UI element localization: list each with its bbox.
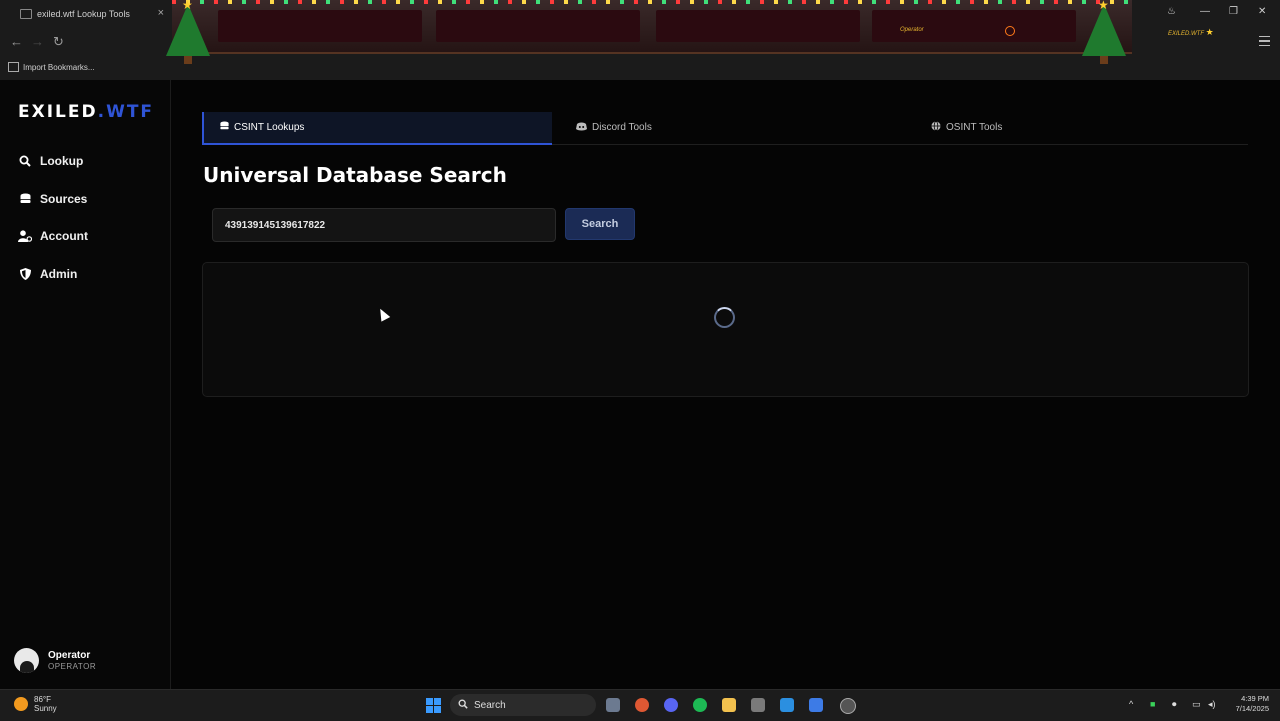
weather-widget[interactable]: 86°F Sunny — [14, 695, 57, 713]
festive-banner: Operator — [172, 0, 1132, 54]
fire-icon[interactable]: ♨ — [1167, 6, 1176, 17]
search-icon — [18, 154, 32, 168]
banner-panel — [218, 10, 422, 42]
system-clock[interactable]: 4:39 PM 7/14/2025 — [1225, 694, 1269, 714]
user-profile[interactable]: Operator OPERATOR — [14, 648, 96, 673]
security-icon[interactable]: ■ — [1150, 699, 1155, 709]
sidebar-item-admin[interactable]: Admin — [18, 267, 77, 281]
browser-tab[interactable]: exiled.wtf Lookup Tools × — [8, 4, 170, 24]
taskbar: 86°F Sunny Search ^ ■ ⏺ ▭ ◂) 4:39 PM 7/1… — [0, 689, 1280, 721]
page-favicon-icon — [20, 9, 32, 19]
banner-badge-icon — [1005, 26, 1015, 36]
string-lights — [172, 0, 1132, 4]
sidebar-item-label: Admin — [40, 267, 78, 281]
site-logo[interactable]: EXILED.WTF — [18, 102, 154, 122]
sun-icon — [14, 697, 28, 711]
tab-label: Discord Tools — [592, 122, 652, 133]
browser-tab-title: exiled.wtf Lookup Tools — [37, 9, 130, 19]
close-tab-icon[interactable]: × — [158, 7, 164, 19]
sidebar: EXILED.WTF Lookup Sources Account Admin … — [0, 80, 171, 689]
logo-accent-text: .WTF — [97, 102, 155, 122]
chevron-up-icon[interactable]: ^ — [1129, 699, 1133, 709]
tab-label: CSINT Lookups — [234, 122, 305, 133]
browser-app-icon[interactable] — [635, 698, 649, 712]
globe-icon — [931, 121, 941, 134]
sidebar-item-label: Sources — [40, 192, 88, 206]
user-role: OPERATOR — [48, 661, 97, 671]
spotify-icon[interactable] — [693, 698, 707, 712]
discord-app-icon[interactable] — [664, 698, 678, 712]
task-view-icon[interactable] — [606, 698, 620, 712]
tab-label: OSINT Tools — [946, 122, 1003, 133]
vscode-icon[interactable] — [780, 698, 794, 712]
back-arrow-icon[interactable]: ← — [10, 34, 23, 49]
banner-panel — [656, 10, 860, 42]
loading-spinner-icon — [714, 307, 735, 328]
search-button[interactable]: Search — [565, 208, 635, 240]
search-icon — [458, 699, 468, 712]
banner-panel — [872, 10, 1076, 42]
shield-icon — [18, 267, 32, 281]
import-bookmarks-link[interactable]: Import Bookmarks... — [8, 62, 95, 72]
user-gear-icon — [18, 229, 32, 243]
banner-username: Operator — [900, 27, 924, 33]
minimize-icon[interactable]: — — [1200, 6, 1210, 17]
file-explorer-icon[interactable] — [722, 698, 736, 712]
forward-arrow-icon[interactable]: → — [31, 34, 44, 49]
database-icon — [18, 192, 32, 206]
tool-tabs: CSINT Lookups Discord Tools OSINT Tools — [202, 112, 1248, 145]
avatar — [14, 648, 39, 673]
clock-date: 7/14/2025 — [1235, 704, 1269, 713]
network-icon[interactable]: ▭ — [1192, 699, 1201, 710]
windows-start-icon[interactable] — [426, 698, 441, 713]
discord-icon — [576, 122, 587, 134]
reload-icon[interactable]: ↻ — [53, 34, 64, 50]
tab-csint-lookups[interactable]: CSINT Lookups — [202, 112, 552, 145]
search-input[interactable] — [212, 208, 556, 242]
bookmark-import-icon — [8, 62, 19, 72]
weather-temp: 86°F — [34, 695, 51, 704]
hamburger-menu-icon[interactable] — [1259, 36, 1270, 46]
close-window-icon[interactable]: ✕ — [1258, 6, 1266, 17]
app-window-icon[interactable] — [751, 698, 765, 712]
restore-icon[interactable]: ❐ — [1229, 6, 1238, 17]
banner-panel — [436, 10, 640, 42]
user-name: Operator — [48, 649, 91, 661]
banner-brand: EXILED.WTF ★ — [1168, 27, 1214, 37]
database-icon — [220, 121, 229, 134]
star-icon: ★ — [182, 0, 193, 12]
microphone-icon[interactable]: ⏺ — [1172, 699, 1177, 710]
clock-time: 4:39 PM — [1241, 694, 1269, 703]
browser-chrome: exiled.wtf Lookup Tools × ← → ↻ Import B… — [0, 0, 1280, 80]
tab-osint-tools[interactable]: OSINT Tools — [931, 112, 1002, 143]
volume-icon[interactable]: ◂) — [1208, 699, 1216, 710]
notepad-icon[interactable] — [809, 698, 823, 712]
sidebar-item-lookup[interactable]: Lookup — [18, 154, 83, 168]
active-browser-icon[interactable] — [840, 698, 856, 714]
page-title: Universal Database Search — [203, 163, 507, 187]
import-bookmarks-label: Import Bookmarks... — [23, 62, 95, 72]
sidebar-item-account[interactable]: Account — [18, 229, 88, 243]
sidebar-item-label: Account — [40, 229, 88, 243]
weather-desc: Sunny — [34, 704, 57, 713]
sidebar-item-label: Lookup — [40, 154, 84, 168]
taskbar-search-label: Search — [474, 699, 506, 711]
logo-primary-text: EXILED — [18, 102, 98, 122]
tab-discord-tools[interactable]: Discord Tools — [576, 112, 652, 143]
taskbar-search[interactable]: Search — [450, 694, 596, 716]
sidebar-item-sources[interactable]: Sources — [18, 192, 87, 206]
star-icon: ★ — [1098, 0, 1109, 12]
results-panel — [202, 262, 1249, 397]
